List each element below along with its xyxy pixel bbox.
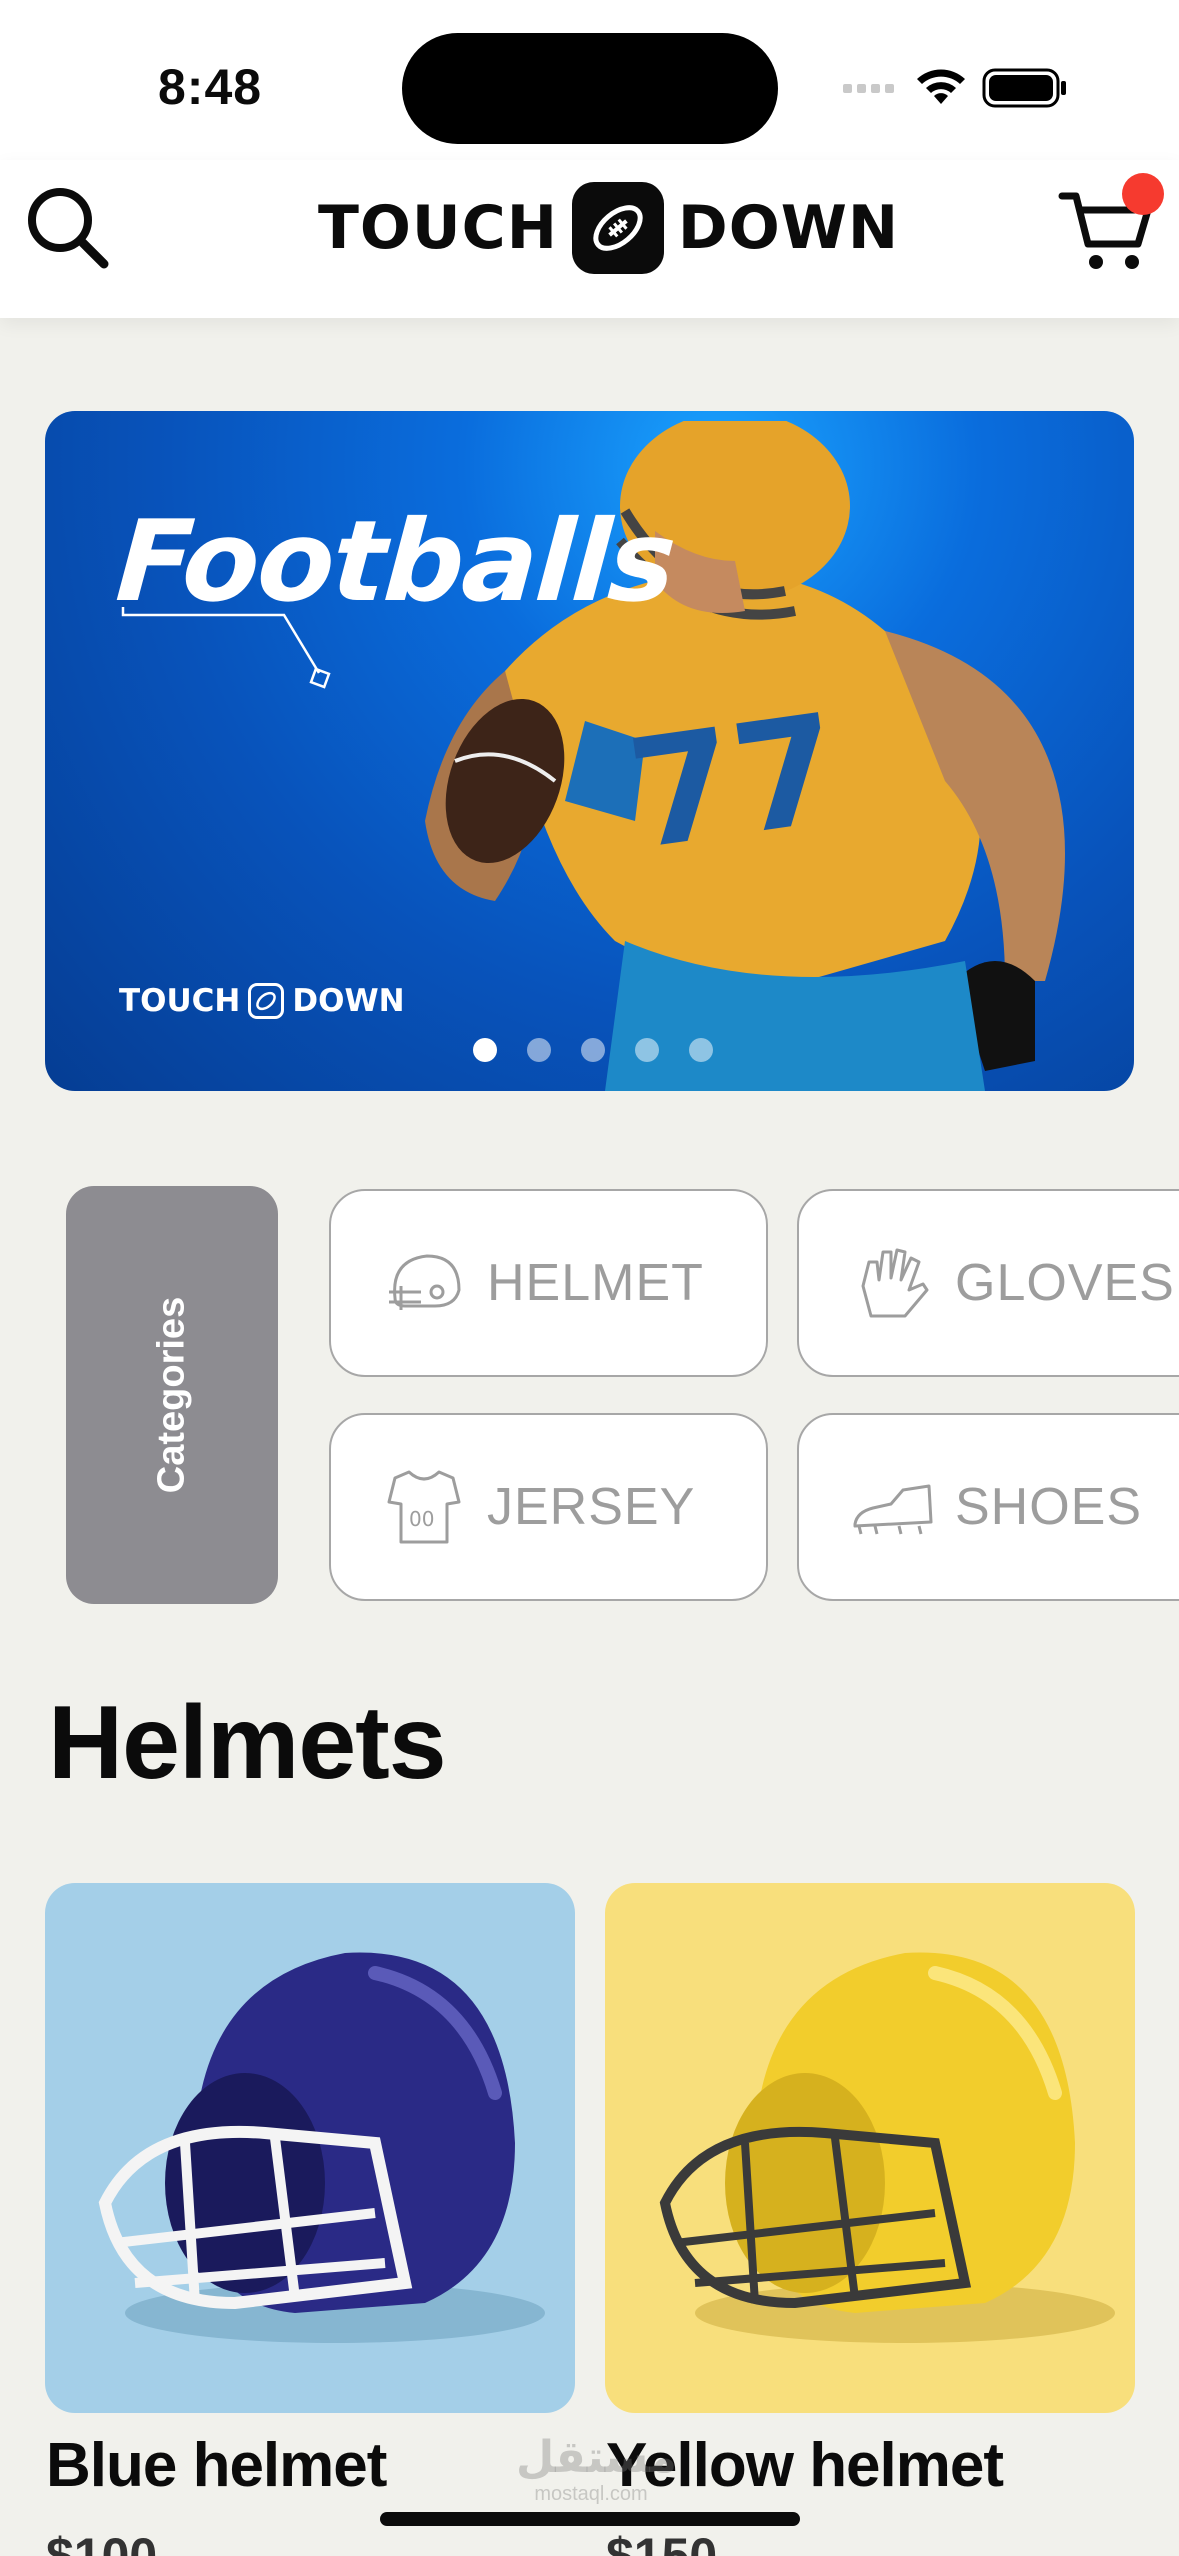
hero-brand: TOUCH DOWN	[119, 983, 405, 1019]
blue-helmet-image	[45, 1883, 575, 2413]
football-logo-icon	[571, 182, 664, 274]
hero-banner[interactable]: 77 Footballs TOUCH DOWN	[45, 411, 1134, 1091]
product-card-blue[interactable]	[45, 1883, 575, 2413]
watermark-url: mostaql.com	[534, 2483, 648, 2505]
category-gloves[interactable]: GLOVES	[797, 1189, 1179, 1377]
carousel-dot-1[interactable]	[473, 1038, 497, 1062]
categories-tab[interactable]: Categories	[66, 1186, 278, 1604]
status-icons	[843, 68, 1066, 108]
category-jersey[interactable]: 00 JERSEY	[329, 1413, 768, 1601]
product-price: $150	[606, 2528, 718, 2556]
section-title: Helmets	[48, 1685, 447, 1801]
gloves-icon	[861, 1248, 929, 1318]
hero-brand-left: TOUCH	[119, 983, 241, 1019]
search-icon[interactable]	[20, 180, 110, 270]
dynamic-island	[402, 33, 778, 144]
category-label: GLOVES	[955, 1254, 1175, 1312]
cart-badge	[1122, 173, 1164, 215]
watermark: مستقل mostaql.com	[516, 2432, 677, 2506]
home-indicator[interactable]	[380, 2512, 800, 2526]
carousel-dot-5[interactable]	[689, 1038, 713, 1062]
categories-tab-label: Categories	[150, 1296, 193, 1494]
category-shoes[interactable]: SHOES	[797, 1413, 1179, 1601]
logo-word-right: DOWN	[677, 193, 900, 263]
category-label: SHOES	[955, 1478, 1143, 1536]
battery-icon	[982, 68, 1066, 108]
yellow-helmet-image	[605, 1883, 1135, 2413]
status-time: 8:48	[158, 59, 263, 115]
carousel-dot-2[interactable]	[527, 1038, 551, 1062]
helmet-icon	[389, 1254, 461, 1310]
play-line-decoration	[121, 607, 331, 689]
football-mini-icon	[248, 983, 285, 1019]
category-label: JERSEY	[487, 1478, 696, 1536]
carousel-dot-3[interactable]	[581, 1038, 605, 1062]
wifi-icon	[917, 69, 965, 104]
product-name[interactable]: Blue helmet	[46, 2430, 387, 2501]
svg-text:77: 77	[619, 682, 850, 883]
category-label: HELMET	[487, 1254, 704, 1312]
product-card-yellow[interactable]	[605, 1883, 1135, 2413]
logo-word-left: TOUCH	[318, 193, 558, 263]
shoes-icon	[853, 1484, 933, 1535]
brand-logo[interactable]: TOUCH DOWN	[318, 178, 899, 278]
category-helmet[interactable]: HELMET	[329, 1189, 768, 1377]
svg-text:00: 00	[409, 1507, 434, 1531]
hero-brand-right: DOWN	[292, 983, 405, 1019]
watermark-arabic: مستقل	[516, 2433, 677, 2482]
signal-icon	[843, 84, 894, 93]
carousel-dots[interactable]	[473, 1038, 713, 1062]
jersey-icon: 00	[387, 1470, 461, 1544]
carousel-dot-4[interactable]	[635, 1038, 659, 1062]
product-price: $100	[46, 2528, 158, 2556]
